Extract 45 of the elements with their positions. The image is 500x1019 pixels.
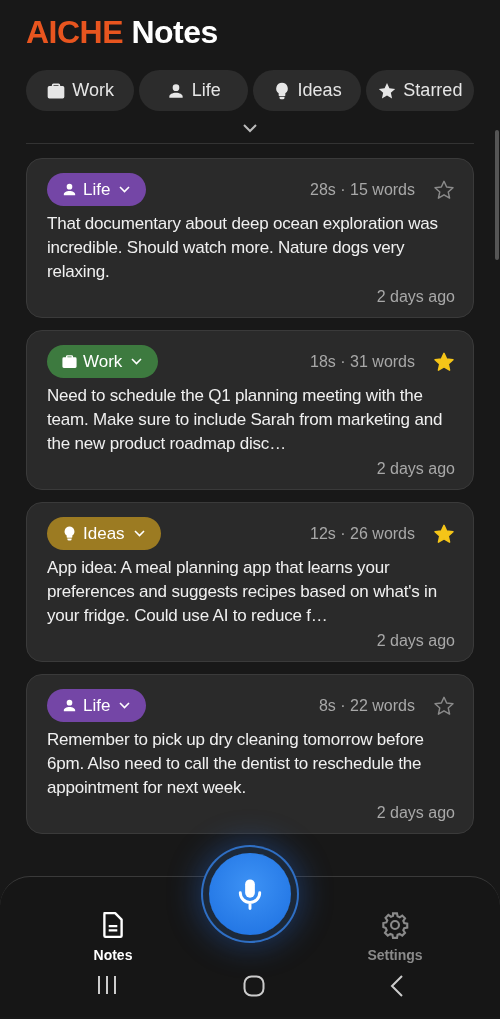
note-text: App idea: A meal planning app that learns your preferences and suggests recipes based on what's in your fridge. Could use AI to reduce f… — [47, 557, 438, 627]
filter-chip[interactable]: Starred — [365, 70, 474, 111]
note-time: 2 days ago — [376, 632, 455, 650]
person-icon — [61, 697, 78, 714]
recent-apps-icon[interactable] — [96, 975, 118, 995]
note-time: 2 days ago — [376, 288, 455, 306]
note-meta: 28s · 15 words — [310, 180, 415, 199]
note-meta: 12s · 26 words — [310, 524, 415, 543]
back-icon[interactable] — [390, 975, 404, 997]
note-text: Remember to pick up dry cleaning tomorrow before 6pm. Also need to call the dentist to reschedule the appointment for next week. — [47, 729, 425, 799]
home-icon[interactable] — [243, 975, 265, 997]
caret-icon — [119, 702, 131, 709]
filter-chip[interactable]: Life — [139, 70, 248, 111]
tag-dropdown[interactable]: Life — [47, 173, 147, 206]
star-icon[interactable] — [433, 694, 455, 717]
chevron-down-icon[interactable] — [243, 124, 257, 133]
briefcase-icon — [61, 353, 78, 370]
tag-dropdown[interactable]: Life — [47, 689, 147, 722]
note-card[interactable]: Ideas 12s · 26 words App idea: A meal planning app that learns your preferences and suggests recipes based on what's in your fridge. Could use AI to reduce f… 2 days ago — [26, 502, 474, 662]
note-meta: 18s · 31 words — [310, 352, 415, 371]
note-text: Need to schedule the Q1 planning meeting with the team. Make sure to include Sarah from marketing and the new product roadmap disc… — [47, 385, 444, 455]
star-icon[interactable] — [433, 350, 455, 373]
note-meta: 8s · 22 words — [318, 696, 415, 715]
note-time: 2 days ago — [376, 460, 455, 478]
tag-dropdown[interactable]: Work — [47, 345, 159, 378]
star-icon[interactable] — [433, 178, 455, 201]
app-title: AICHE Notes — [26, 14, 219, 51]
caret-icon — [133, 530, 145, 537]
settings-icon — [381, 911, 409, 939]
person-icon — [61, 181, 78, 198]
note-card[interactable]: Life 8s · 22 words Remember to pick up dry cleaning tomorrow before 6pm. Also need to call the dentist to reschedule the appointment for next week. 2 days ago — [26, 674, 474, 834]
filter-chip[interactable]: Ideas — [252, 70, 361, 111]
nav-tab[interactable]: Settings — [350, 911, 440, 963]
document-icon — [100, 911, 126, 939]
note-text: That documentary about deep ocean exploration was incredible. Should watch more. Nature dogs very relaxing. — [47, 213, 439, 283]
scrollbar[interactable] — [495, 130, 499, 260]
star-icon[interactable] — [433, 522, 455, 545]
note-time: 2 days ago — [376, 804, 455, 822]
caret-icon — [131, 358, 143, 365]
note-card[interactable]: Life 28s · 15 words That documentary about deep ocean exploration was incredible. Should watch more. Nature dogs very relaxing. 2 days ago — [26, 158, 474, 318]
caret-icon — [119, 186, 131, 193]
tag-dropdown[interactable]: Ideas — [47, 517, 161, 550]
note-card[interactable]: Work 18s · 31 words Need to schedule the Q1 planning meeting with the team. Make sure to include Sarah from marketing and the new product roadmap disc… 2 days ago — [26, 330, 474, 490]
filter-chip[interactable]: Work — [26, 70, 135, 111]
nav-tab[interactable]: Notes — [68, 911, 158, 963]
